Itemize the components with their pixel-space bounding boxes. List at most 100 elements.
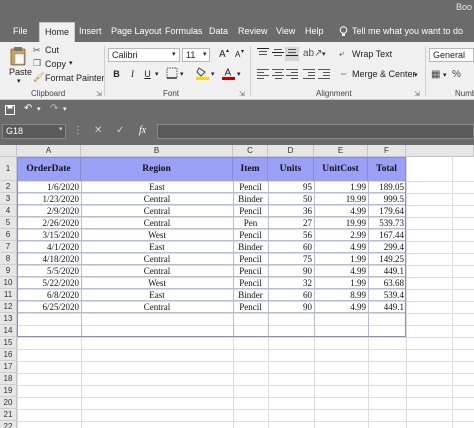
- decrease-indent-icon[interactable]: [302, 68, 316, 82]
- table-header-unitcost[interactable]: UnitCost: [314, 157, 368, 181]
- row-header-3[interactable]: 3: [0, 193, 17, 205]
- column-header-a[interactable]: A: [17, 145, 81, 157]
- paste-dropdown-icon[interactable]: ▾: [17, 77, 21, 85]
- cancel-icon[interactable]: ✕: [94, 125, 102, 136]
- font-color-dropdown-icon[interactable]: ▾: [237, 70, 241, 78]
- clipboard-launcher-icon[interactable]: ⇲: [96, 90, 102, 98]
- column-header[interactable]: [406, 145, 474, 157]
- tab-help[interactable]: Help: [305, 26, 324, 36]
- wrap-text-button[interactable]: Wrap Text: [352, 49, 392, 59]
- tab-view[interactable]: View: [276, 26, 295, 36]
- column-header-c[interactable]: C: [233, 145, 268, 157]
- row-header-2[interactable]: 2: [0, 181, 17, 193]
- redo-icon[interactable]: ↷: [50, 103, 58, 114]
- tab-formulas[interactable]: Formulas: [165, 26, 203, 36]
- bottom-align-icon[interactable]: [285, 47, 299, 61]
- row-header-11[interactable]: 11: [0, 289, 17, 301]
- decrease-font-size-button[interactable]: A: [235, 50, 240, 59]
- increase-font-size-button[interactable]: A: [219, 49, 226, 60]
- row-header-12[interactable]: 12: [0, 301, 17, 313]
- row-header-13[interactable]: 13: [0, 313, 17, 325]
- number-format-box[interactable]: General: [429, 48, 474, 62]
- italic-button[interactable]: I: [126, 68, 139, 81]
- bold-button[interactable]: B: [110, 68, 123, 81]
- table-header-orderdate[interactable]: OrderDate: [17, 157, 81, 181]
- undo-icon[interactable]: ↶: [24, 103, 32, 114]
- tab-file[interactable]: File: [13, 26, 28, 36]
- alignment-launcher-icon[interactable]: ⇲: [414, 90, 420, 98]
- column-header-b[interactable]: B: [81, 145, 233, 157]
- underline-dropdown-icon[interactable]: ▾: [155, 70, 159, 78]
- orientation-icon[interactable]: ab↗: [303, 48, 323, 59]
- row-header-18[interactable]: 18: [0, 373, 17, 385]
- percent-format-icon[interactable]: %: [452, 69, 461, 80]
- align-left-icon[interactable]: [256, 68, 270, 82]
- row-header-15[interactable]: 15: [0, 337, 17, 349]
- orientation-dropdown-icon[interactable]: ▾: [322, 50, 326, 58]
- column-header-f[interactable]: F: [368, 145, 406, 157]
- row-header-16[interactable]: 16: [0, 349, 17, 361]
- tab-review[interactable]: Review: [238, 26, 268, 36]
- font-size-dropdown-icon[interactable]: ▾: [203, 50, 207, 58]
- table-header-total[interactable]: Total: [368, 157, 406, 181]
- underline-button[interactable]: U: [141, 68, 154, 81]
- column-header-d[interactable]: D: [268, 145, 314, 157]
- name-box-dropdown-icon[interactable]: ▾: [59, 125, 63, 133]
- tell-me-search[interactable]: Tell me what you want to do: [352, 26, 463, 36]
- insert-function-button[interactable]: fx: [139, 125, 146, 136]
- row-header-1[interactable]: 1: [0, 157, 17, 181]
- name-box[interactable]: G18: [2, 124, 66, 139]
- font-name-dropdown-icon[interactable]: ▾: [172, 50, 176, 58]
- cut-button[interactable]: Cut: [45, 45, 59, 55]
- formula-input[interactable]: [157, 124, 474, 139]
- row-header-17[interactable]: 17: [0, 361, 17, 373]
- tab-insert[interactable]: Insert: [79, 26, 102, 36]
- row-header-8[interactable]: 8: [0, 253, 17, 265]
- paste-icon[interactable]: [9, 46, 27, 68]
- worksheet-grid[interactable]: A B C D E F 1 2 3 4 5 6 7 8 9 10 11 12 13 14 15 16 17 18 19 20 21 2…: [0, 145, 474, 428]
- row-header-7[interactable]: 7: [0, 241, 17, 253]
- font-color-icon[interactable]: A: [222, 66, 235, 82]
- align-center-icon[interactable]: [271, 68, 285, 82]
- tab-home[interactable]: Home: [39, 22, 76, 42]
- row-header-22[interactable]: 22: [0, 421, 17, 428]
- row-header-4[interactable]: 4: [0, 205, 17, 217]
- table-header-item[interactable]: Item: [233, 157, 268, 181]
- align-right-icon[interactable]: [285, 68, 299, 82]
- select-all-corner[interactable]: [0, 145, 17, 157]
- font-launcher-icon[interactable]: ⇲: [239, 90, 245, 98]
- copy-button[interactable]: Copy: [45, 59, 66, 69]
- paste-button[interactable]: Paste: [9, 67, 32, 77]
- table-header-units[interactable]: Units: [268, 157, 314, 181]
- fill-color-dropdown-icon[interactable]: ▾: [211, 70, 215, 78]
- row-header-10[interactable]: 10: [0, 277, 17, 289]
- row-header-20[interactable]: 20: [0, 397, 17, 409]
- row-header-6[interactable]: 6: [0, 229, 17, 241]
- format-painter-button[interactable]: Format Painter: [45, 73, 105, 83]
- top-align-icon[interactable]: [256, 47, 270, 61]
- merge-center-button[interactable]: Merge & Center: [352, 69, 416, 79]
- font-name-box[interactable]: Calibri: [108, 48, 180, 62]
- borders-icon[interactable]: [166, 67, 178, 81]
- row-header-9[interactable]: 9: [0, 265, 17, 277]
- row-header-21[interactable]: 21: [0, 409, 17, 421]
- fill-color-icon[interactable]: [196, 66, 209, 82]
- copy-dropdown-icon[interactable]: ▾: [69, 59, 73, 67]
- tab-page-layout[interactable]: Page Layout: [111, 26, 162, 36]
- save-icon[interactable]: [5, 103, 15, 118]
- middle-align-icon[interactable]: [271, 47, 285, 61]
- borders-dropdown-icon[interactable]: ▾: [180, 70, 184, 78]
- row-header-5[interactable]: 5: [0, 217, 17, 229]
- currency-dropdown-icon[interactable]: ▾: [443, 71, 447, 79]
- tab-data[interactable]: Data: [209, 26, 228, 36]
- customize-qat-icon[interactable]: ▾: [63, 105, 67, 113]
- increase-indent-icon[interactable]: [317, 68, 331, 82]
- table-header-region[interactable]: Region: [81, 157, 233, 181]
- row-header-14[interactable]: 14: [0, 325, 17, 337]
- enter-icon[interactable]: ✓: [116, 125, 124, 136]
- row-header-19[interactable]: 19: [0, 385, 17, 397]
- undo-dropdown-icon[interactable]: ▾: [37, 105, 41, 113]
- merge-dropdown-icon[interactable]: ▾: [414, 71, 418, 79]
- currency-format-icon[interactable]: ▦: [431, 69, 440, 80]
- column-header-e[interactable]: E: [314, 145, 368, 157]
